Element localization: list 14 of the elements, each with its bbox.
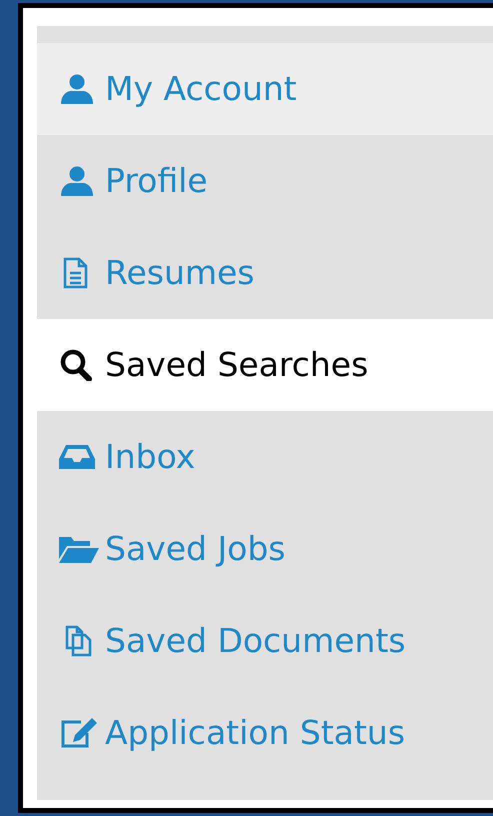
menu-item[interactable]: Saved Jobs bbox=[37, 503, 493, 595]
menu-item[interactable]: Profile bbox=[37, 135, 493, 227]
menu-item[interactable]: Application Status bbox=[37, 687, 493, 779]
menu-item[interactable]: Resumes bbox=[37, 227, 493, 319]
person-icon bbox=[59, 166, 95, 196]
menu-item[interactable]: Saved Documents bbox=[37, 595, 493, 687]
tray-icon bbox=[59, 443, 95, 471]
menu-item[interactable]: Inbox bbox=[37, 411, 493, 503]
edit-icon bbox=[59, 717, 99, 749]
menu-header[interactable]: My Account bbox=[37, 43, 493, 135]
folder-icon bbox=[59, 535, 99, 563]
menu-item[interactable]: Saved Searches bbox=[37, 319, 493, 411]
person-icon bbox=[59, 74, 95, 104]
search-icon bbox=[59, 349, 93, 381]
